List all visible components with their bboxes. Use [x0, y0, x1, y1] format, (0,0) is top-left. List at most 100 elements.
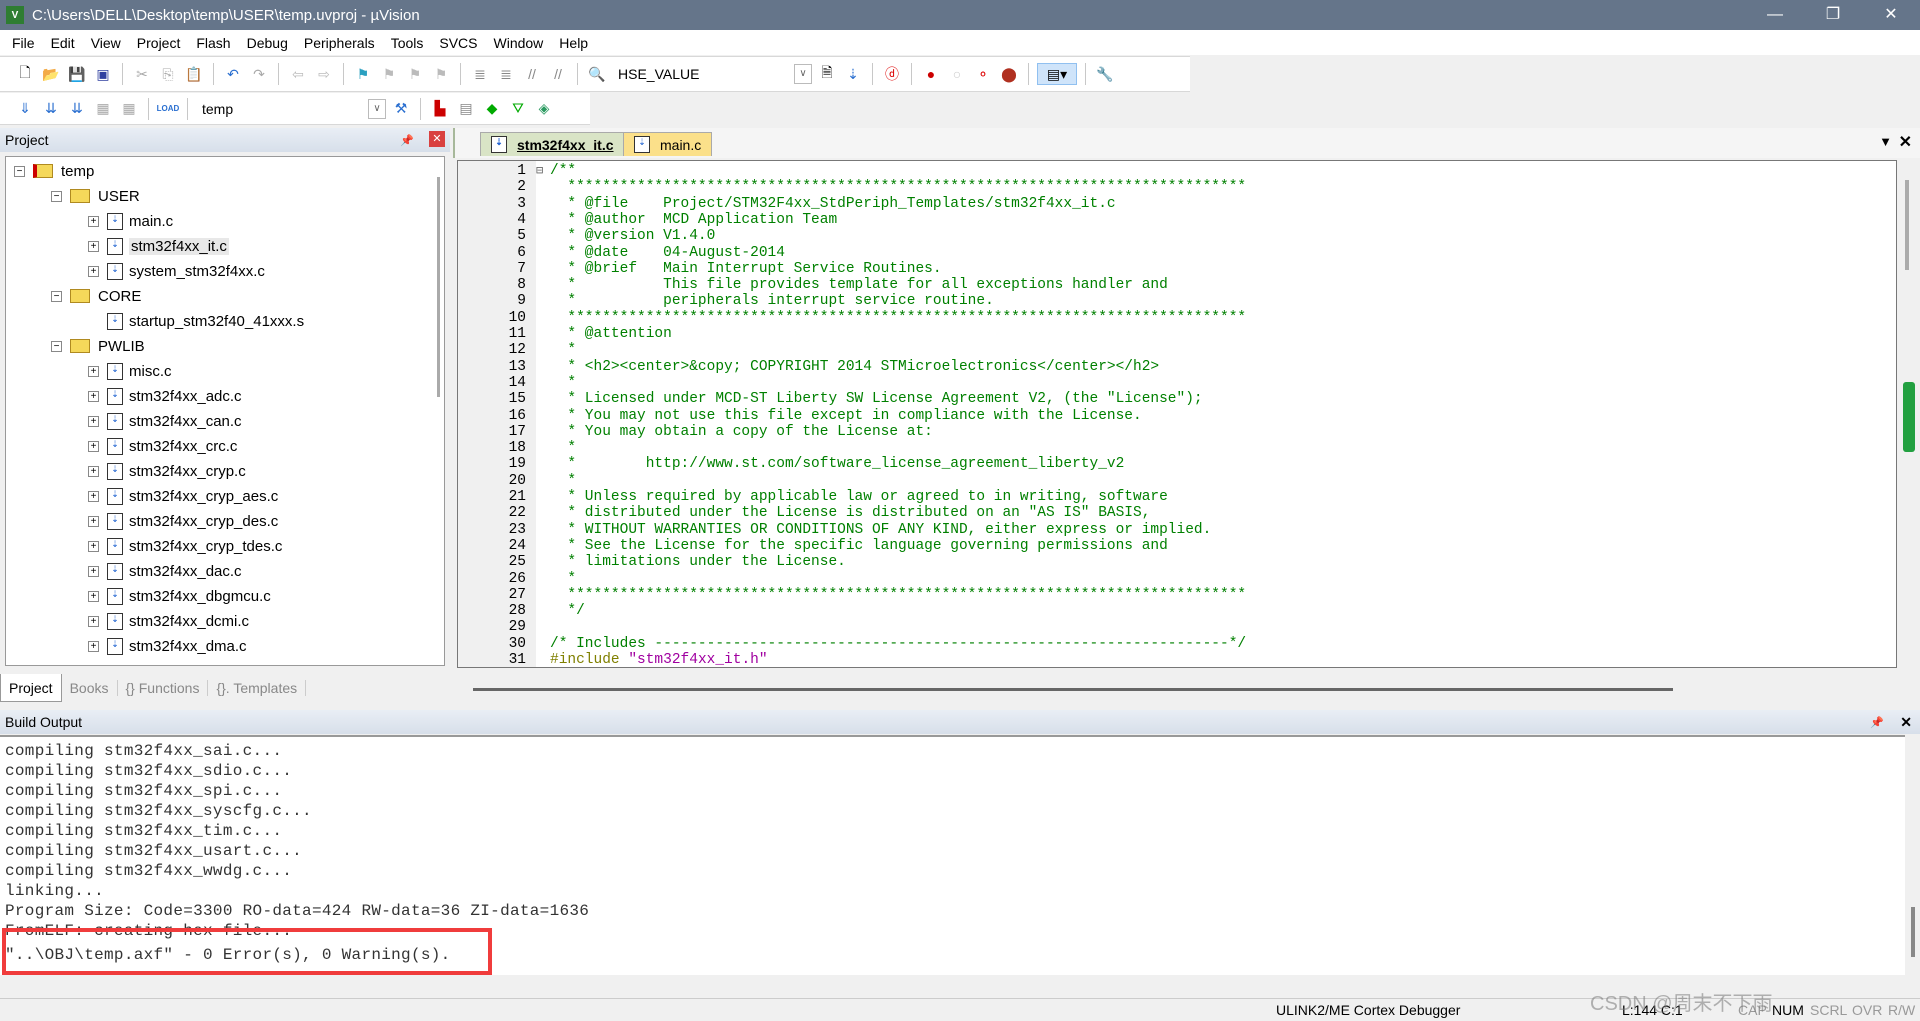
- expand-icon[interactable]: +: [88, 415, 99, 427]
- menu-peripherals[interactable]: Peripherals: [296, 35, 383, 51]
- menu-flash[interactable]: Flash: [188, 35, 238, 51]
- indent-icon[interactable]: ≣: [469, 63, 491, 85]
- undo-icon[interactable]: ↶: [222, 63, 244, 85]
- tree-item[interactable]: + ⇣ stm32f4xx_dcmi.c: [88, 610, 249, 632]
- expand-icon[interactable]: +: [88, 615, 99, 627]
- tree-item[interactable]: + ⇣ stm32f4xx_cryp.c: [88, 460, 246, 482]
- tree-item[interactable]: + ⇣ stm32f4xx_dbgmcu.c: [88, 585, 271, 607]
- paste-icon[interactable]: 📋: [183, 63, 205, 85]
- manage-components-icon[interactable]: ▙: [429, 98, 451, 120]
- disable-breakpoint-icon[interactable]: ○: [946, 63, 968, 85]
- save-all-icon[interactable]: ▣: [92, 63, 114, 85]
- kill-all-breakpoints-icon[interactable]: ⬤: [998, 63, 1020, 85]
- minimize-button[interactable]: —: [1746, 0, 1804, 30]
- menu-svcs[interactable]: SVCS: [431, 35, 485, 51]
- uncomment-icon[interactable]: //: [547, 63, 569, 85]
- open-file-icon[interactable]: 📂: [40, 63, 62, 85]
- pin-icon[interactable]: 📌: [400, 134, 414, 147]
- tree-item[interactable]: + ⇣ main.c: [88, 210, 173, 232]
- comment-icon[interactable]: //: [521, 63, 543, 85]
- nav-forward-icon[interactable]: ⇨: [313, 63, 335, 85]
- rebuild-icon[interactable]: ⇊: [66, 98, 88, 120]
- tree-item[interactable]: + ⇣ stm32f4xx_cryp_aes.c: [88, 485, 278, 507]
- pin-icon[interactable]: 📌: [1870, 716, 1884, 729]
- tree-item[interactable]: + ⇣ stm32f4xx_dma.c: [88, 635, 247, 657]
- incremental-find-icon[interactable]: ⇣: [842, 63, 864, 85]
- collapse-icon[interactable]: −: [51, 340, 62, 352]
- multi-project-icon[interactable]: ▤: [455, 98, 477, 120]
- nav-back-icon[interactable]: ⇦: [287, 63, 309, 85]
- new-file-icon[interactable]: 🗋: [14, 63, 36, 85]
- menu-tools[interactable]: Tools: [383, 35, 432, 51]
- scroll-position-marker[interactable]: [1903, 382, 1915, 452]
- cut-icon[interactable]: ✂: [131, 63, 153, 85]
- expand-icon[interactable]: +: [88, 640, 99, 652]
- close-tab-icon[interactable]: ✕: [1899, 132, 1912, 152]
- fold-icon[interactable]: ⊟: [536, 163, 543, 179]
- collapse-icon[interactable]: −: [14, 165, 25, 177]
- tree-item[interactable]: + ⇣ stm32f4xx_cryp_tdes.c: [88, 535, 282, 557]
- find-in-files-icon[interactable]: 🔍: [586, 63, 608, 85]
- breakpoint-icon[interactable]: ●: [920, 63, 942, 85]
- close-button[interactable]: ✕: [1862, 0, 1920, 30]
- collapse-icon[interactable]: −: [51, 290, 62, 302]
- batch-build-icon[interactable]: ▦: [92, 98, 114, 120]
- expand-icon[interactable]: +: [88, 565, 99, 577]
- translate-icon[interactable]: ⇓: [14, 98, 36, 120]
- expand-icon[interactable]: +: [88, 240, 99, 252]
- chevron-down-icon[interactable]: ∨: [368, 98, 386, 119]
- tree-item[interactable]: + ⇣ stm32f4xx_dac.c: [88, 560, 242, 582]
- tree-item[interactable]: + ⇣ stm32f4xx_adc.c: [88, 385, 242, 407]
- tree-scrollbar[interactable]: [437, 177, 440, 397]
- tree-item[interactable]: − temp: [14, 160, 94, 182]
- tree-item[interactable]: − CORE: [51, 285, 141, 307]
- run-time-env-icon[interactable]: ◆: [481, 98, 503, 120]
- tab-stm32f4xx-it-c[interactable]: ⇣ stm32f4xx_it.c: [480, 132, 625, 156]
- tree-item[interactable]: ⇣ startup_stm32f40_41xxx.s: [88, 310, 304, 332]
- panel-tab-3[interactable]: {}. Templates: [208, 680, 307, 696]
- expand-icon[interactable]: +: [88, 515, 99, 527]
- editor-horizontal-scrollbar[interactable]: [473, 688, 1673, 691]
- tree-item[interactable]: + ⇣ stm32f4xx_it.c: [88, 235, 229, 257]
- stop-build-icon[interactable]: ▦: [118, 98, 140, 120]
- collapse-icon[interactable]: −: [51, 190, 62, 202]
- tab-list-dropdown-icon[interactable]: ▼: [1879, 134, 1892, 149]
- editor-vertical-scrollbar[interactable]: [1902, 160, 1916, 668]
- debug-session-icon[interactable]: ⓓ: [881, 63, 903, 85]
- expand-icon[interactable]: +: [88, 490, 99, 502]
- build-output-scrollbar[interactable]: [1911, 907, 1915, 957]
- expand-icon[interactable]: +: [88, 465, 99, 477]
- close-panel-button[interactable]: ✕: [429, 131, 445, 147]
- tree-item[interactable]: + ⇣ misc.c: [88, 360, 172, 382]
- tree-item[interactable]: + ⇣ stm32f4xx_cryp_des.c: [88, 510, 278, 532]
- download-icon[interactable]: LOAD: [157, 98, 180, 120]
- expand-icon[interactable]: +: [88, 440, 99, 452]
- menu-help[interactable]: Help: [551, 35, 596, 51]
- prev-bookmark-icon[interactable]: ⚑: [378, 63, 400, 85]
- tree-item[interactable]: + ⇣ stm32f4xx_can.c: [88, 410, 242, 432]
- build-icon[interactable]: ⇊: [40, 98, 62, 120]
- chevron-down-icon[interactable]: ∨: [794, 64, 812, 84]
- expand-icon[interactable]: +: [88, 365, 99, 377]
- configure-icon[interactable]: 🔧: [1094, 63, 1116, 85]
- tree-item[interactable]: − USER: [51, 185, 140, 207]
- tab-main-c[interactable]: ⇣ main.c: [623, 132, 713, 156]
- restore-button[interactable]: ❐: [1804, 0, 1862, 30]
- menu-edit[interactable]: Edit: [43, 35, 83, 51]
- bookmark-icon[interactable]: ⚑: [352, 63, 374, 85]
- disable-all-breakpoints-icon[interactable]: ⚬: [972, 63, 994, 85]
- target-options-icon[interactable]: ⚒: [390, 98, 412, 120]
- menu-window[interactable]: Window: [486, 35, 552, 51]
- code-editor[interactable]: 1/** ⊟ 2 *********************************…: [457, 160, 1897, 668]
- expand-icon[interactable]: +: [88, 540, 99, 552]
- save-icon[interactable]: 💾: [66, 63, 88, 85]
- menu-project[interactable]: Project: [129, 35, 189, 51]
- copy-icon[interactable]: ⎘: [157, 63, 179, 85]
- clear-bookmarks-icon[interactable]: ⚑: [430, 63, 452, 85]
- menu-file[interactable]: File: [4, 35, 43, 51]
- expand-icon[interactable]: +: [88, 265, 99, 277]
- expand-icon[interactable]: +: [88, 590, 99, 602]
- panel-tab-0[interactable]: Project: [0, 674, 62, 702]
- find-icon[interactable]: 🗎: [816, 63, 838, 85]
- panel-tab-2[interactable]: {} Functions: [118, 680, 209, 696]
